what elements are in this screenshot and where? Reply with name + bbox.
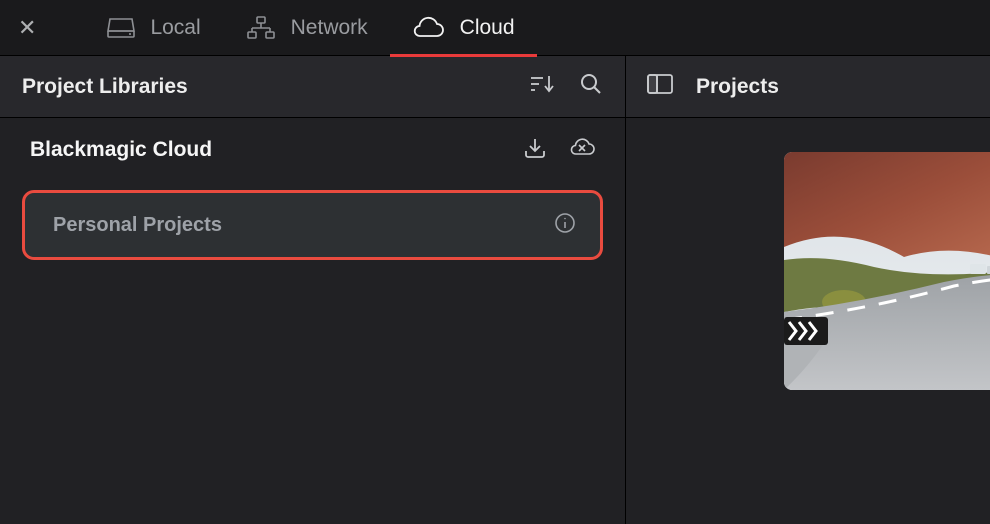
panel-body: Blackmagic Cloud <box>0 118 625 524</box>
cloud-section-header: Blackmagic Cloud <box>0 118 625 182</box>
projects-panel-title: Projects <box>696 75 779 99</box>
close-icon[interactable]: ✕ <box>18 15 36 41</box>
local-disk-icon <box>106 16 136 40</box>
tab-local-label: Local <box>150 16 200 40</box>
main-area: Project Libraries <box>0 56 990 524</box>
search-icon[interactable] <box>579 72 603 101</box>
cloud-icon <box>412 16 446 40</box>
tab-cloud[interactable]: Cloud <box>390 0 537 56</box>
projects-panel-header: Projects <box>626 56 990 118</box>
projects-panel: Projects <box>626 56 990 524</box>
projects-body: Summer H <box>626 118 990 524</box>
info-icon[interactable] <box>554 212 576 239</box>
project-thumbnail[interactable] <box>784 152 990 390</box>
library-item-personal-projects[interactable]: Personal Projects <box>22 190 603 260</box>
library-item-label: Personal Projects <box>53 214 554 237</box>
sort-icon[interactable] <box>529 73 555 100</box>
panel-title: Project Libraries <box>22 75 529 99</box>
tab-local[interactable]: Local <box>84 0 222 56</box>
sidebar-toggle-icon[interactable] <box>646 73 674 100</box>
download-icon[interactable] <box>523 137 547 164</box>
project-libraries-panel: Project Libraries <box>0 56 626 524</box>
cloud-remove-icon[interactable] <box>569 137 597 164</box>
cloud-section-title: Blackmagic Cloud <box>30 138 523 162</box>
tab-network[interactable]: Network <box>223 0 390 56</box>
tab-cloud-label: Cloud <box>460 16 515 40</box>
top-tab-bar: ✕ Local Network <box>0 0 990 56</box>
network-icon <box>245 15 277 41</box>
panel-header: Project Libraries <box>0 56 625 118</box>
tab-network-label: Network <box>291 16 368 40</box>
